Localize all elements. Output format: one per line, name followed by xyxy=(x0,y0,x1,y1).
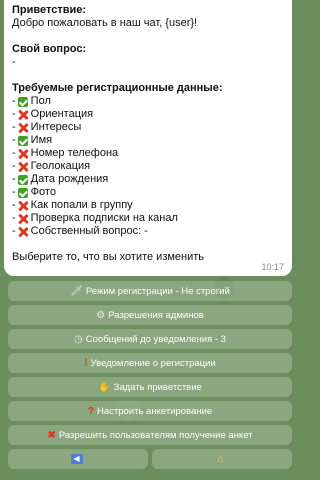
button-label: Разрешения админов xyxy=(108,309,204,321)
field-label: Фото xyxy=(30,186,56,198)
greeting-text: Добро пожаловать в наш чат, {user}! xyxy=(12,17,198,29)
check-mark-icon xyxy=(17,135,28,146)
cross-mark-icon xyxy=(18,214,28,224)
cross-mark-icon xyxy=(18,162,28,172)
field-label: Номер телефона xyxy=(30,147,119,159)
set-greeting-button[interactable]: ✋ Задать приветствие xyxy=(8,377,292,397)
field-interests: - Интересы xyxy=(12,121,284,134)
clock-icon: ◷ xyxy=(74,333,83,345)
field-prefix: - xyxy=(12,186,16,198)
admin-permissions-button[interactable]: ⚙ Разрешения админов xyxy=(8,305,292,325)
field-label: Дата рождения xyxy=(30,173,109,185)
field-prefix: - xyxy=(12,147,16,159)
field-own-question: - Собственный вопрос: - xyxy=(12,225,284,238)
field-photo: - Фото xyxy=(12,186,284,199)
question-icon: ? xyxy=(87,405,94,417)
button-label: Задать приветствие xyxy=(113,381,202,393)
field-birthdate: - Дата рождения xyxy=(12,173,284,186)
field-label: Интересы xyxy=(30,121,82,133)
field-label: Имя xyxy=(30,134,53,146)
field-label: Как попали в группу xyxy=(30,199,133,211)
field-subscription-check: - Проверка подписки на канал xyxy=(12,212,284,225)
field-gender: - Пол xyxy=(12,95,284,108)
inline-keyboard: 🗡 Режим регистрации - Не строгий ⚙ Разре… xyxy=(8,281,292,473)
messages-until-notify-button[interactable]: ◷ Сообщений до уведомления - 3 xyxy=(8,329,292,349)
cross-mark-icon xyxy=(18,201,28,211)
own-question-value: - xyxy=(12,56,16,68)
field-prefix: - xyxy=(12,121,16,133)
cross-mark-icon xyxy=(18,149,28,159)
cross-mark-icon xyxy=(18,110,28,120)
check-mark-icon xyxy=(17,187,28,198)
control-knobs-icon: ⚙ xyxy=(96,309,106,321)
home-icon: ⌂ xyxy=(217,453,224,465)
button-label: Сообщений до уведомления - 3 xyxy=(85,333,226,345)
field-phone: - Номер телефона xyxy=(12,147,284,160)
field-prefix: - xyxy=(12,108,16,120)
field-label: Геолокация xyxy=(30,160,91,172)
cross-mark-icon xyxy=(18,227,28,237)
field-label: Пол xyxy=(30,95,51,107)
field-prefix: - xyxy=(12,212,16,224)
back-arrow-icon: ◀ xyxy=(70,454,83,464)
nav-row: ◀ ⌂ xyxy=(8,449,292,473)
cross-mark-icon xyxy=(18,123,28,133)
field-orientation: - Ориентация xyxy=(12,108,284,121)
dagger-icon: 🗡 xyxy=(70,285,83,297)
field-prefix: - xyxy=(12,134,16,146)
greeting-label: Приветствие: xyxy=(12,4,87,16)
check-mark-icon xyxy=(17,174,28,185)
field-label: Собственный вопрос: - xyxy=(30,225,148,237)
cross-icon: ✖ xyxy=(47,429,56,441)
button-label: Разрешить пользователям получение анкет xyxy=(58,429,253,441)
registration-mode-button[interactable]: 🗡 Режим регистрации - Не строгий xyxy=(8,281,292,301)
field-prefix: - xyxy=(12,160,16,172)
waving-hand-icon: ✋ xyxy=(98,381,111,393)
field-prefix: - xyxy=(12,95,16,107)
bot-message: Приветствие: Добро пожаловать в наш чат,… xyxy=(4,0,292,276)
message-time: 10:17 xyxy=(261,262,284,272)
back-button[interactable]: ◀ xyxy=(8,449,148,469)
field-prefix: - xyxy=(12,225,16,237)
allow-users-profiles-button[interactable]: ✖ Разрешить пользователям получение анке… xyxy=(8,425,292,445)
prompt-text: Выберите то, что вы хотите изменить xyxy=(12,251,205,263)
exclamation-icon: ! xyxy=(84,357,88,369)
field-prefix: - xyxy=(12,199,16,211)
button-label: Режим регистрации - Не строгий xyxy=(85,285,230,297)
button-label: Уведомление о регистрации xyxy=(90,357,216,369)
required-fields-label: Требуемые регистрационные данные: xyxy=(12,82,223,94)
button-label: Настроить анкетирование xyxy=(97,405,213,417)
home-button[interactable]: ⌂ xyxy=(152,449,292,469)
field-how-joined: - Как попали в группу xyxy=(12,199,284,212)
check-mark-icon xyxy=(17,96,28,107)
registration-notice-button[interactable]: ! Уведомление о регистрации xyxy=(8,353,292,373)
field-geolocation: - Геолокация xyxy=(12,160,284,173)
own-question-label: Свой вопрос: xyxy=(12,43,87,55)
field-label: Проверка подписки на канал xyxy=(30,212,178,224)
field-name: - Имя xyxy=(12,134,284,147)
configure-survey-button[interactable]: ? Настроить анкетирование xyxy=(8,401,292,421)
field-prefix: - xyxy=(12,173,16,185)
field-label: Ориентация xyxy=(30,108,94,120)
